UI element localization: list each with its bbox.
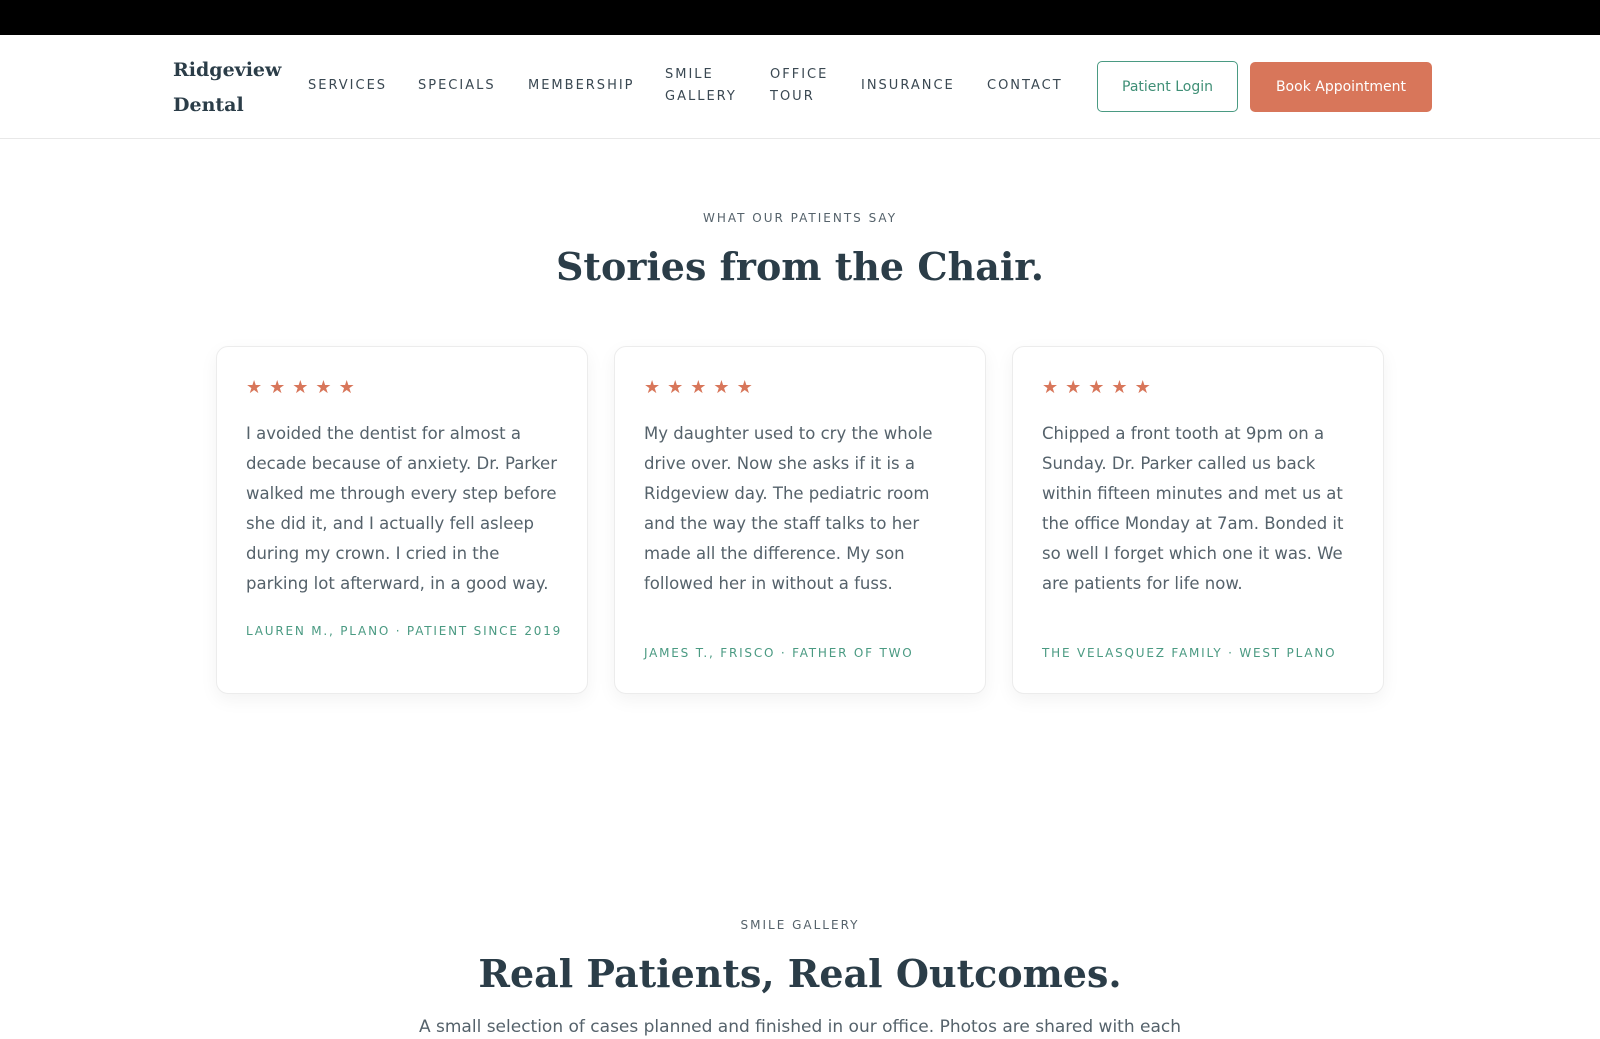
nav-specials[interactable]: SPECIALS	[418, 75, 496, 97]
gallery-subtitle: A small selection of cases planned and f…	[418, 1017, 1182, 1037]
testimonial-quote: Chipped a front tooth at 9pm on a Sunday…	[1042, 424, 1344, 593]
testimonial-card: ★ ★ ★ ★ ★ Chipped a front tooth at 9pm o…	[1012, 346, 1384, 694]
browser-top-bar	[0, 0, 1600, 35]
site-header: Ridgeview Dental SERVICES SPECIALS MEMBE…	[0, 35, 1600, 139]
star-icon: ★	[713, 377, 730, 398]
star-icon: ★	[246, 377, 263, 398]
testimonial-quote: I avoided the dentist for almost a decad…	[246, 424, 557, 593]
nav-membership[interactable]: MEMBERSHIP	[528, 75, 635, 97]
star-icon: ★	[1065, 377, 1082, 398]
book-appointment-button[interactable]: Book Appointment	[1250, 62, 1432, 112]
gallery-eyebrow: SMILE GALLERY	[740, 918, 860, 932]
star-icon: ★	[292, 377, 309, 398]
testimonial-attribution: LAUREN M., PLANO · PATIENT SINCE 2019	[246, 624, 563, 638]
nav-services[interactable]: SERVICES	[308, 75, 387, 97]
star-icon: ★	[1134, 377, 1151, 398]
star-rating: ★ ★ ★ ★ ★	[644, 379, 753, 397]
testimonial-card: ★ ★ ★ ★ ★ I avoided the dentist for almo…	[216, 346, 588, 694]
star-icon: ★	[667, 377, 684, 398]
star-rating: ★ ★ ★ ★ ★	[1042, 379, 1151, 397]
star-icon: ★	[1042, 377, 1059, 398]
testimonial-card: ★ ★ ★ ★ ★ My daughter used to cry the wh…	[614, 346, 986, 694]
star-icon: ★	[338, 377, 355, 398]
nav-insurance[interactable]: INSURANCE	[861, 75, 955, 97]
testimonial-attribution: JAMES T., FRISCO · FATHER OF TWO	[644, 646, 914, 660]
star-icon: ★	[269, 377, 286, 398]
star-icon: ★	[315, 377, 332, 398]
star-icon: ★	[736, 377, 753, 398]
star-icon: ★	[1088, 377, 1105, 398]
nav-smile-gallery[interactable]: SMILE GALLERY	[665, 64, 737, 108]
star-icon: ★	[690, 377, 707, 398]
patient-login-button[interactable]: Patient Login	[1097, 61, 1238, 112]
nav-office-tour[interactable]: OFFICE TOUR	[770, 64, 828, 108]
testimonials-title: Stories from the Chair.	[555, 244, 1045, 289]
testimonial-quote: My daughter used to cry the whole drive …	[644, 424, 933, 593]
nav-contact[interactable]: CONTACT	[987, 75, 1063, 97]
star-icon: ★	[1111, 377, 1128, 398]
testimonials-eyebrow: WHAT OUR PATIENTS SAY	[702, 211, 898, 225]
site-logo[interactable]: Ridgeview Dental	[173, 53, 283, 123]
star-rating: ★ ★ ★ ★ ★	[246, 379, 355, 397]
testimonial-attribution: THE VELASQUEZ FAMILY · WEST PLANO	[1042, 646, 1337, 660]
star-icon: ★	[644, 377, 661, 398]
gallery-title: Real Patients, Real Outcomes.	[478, 951, 1122, 996]
